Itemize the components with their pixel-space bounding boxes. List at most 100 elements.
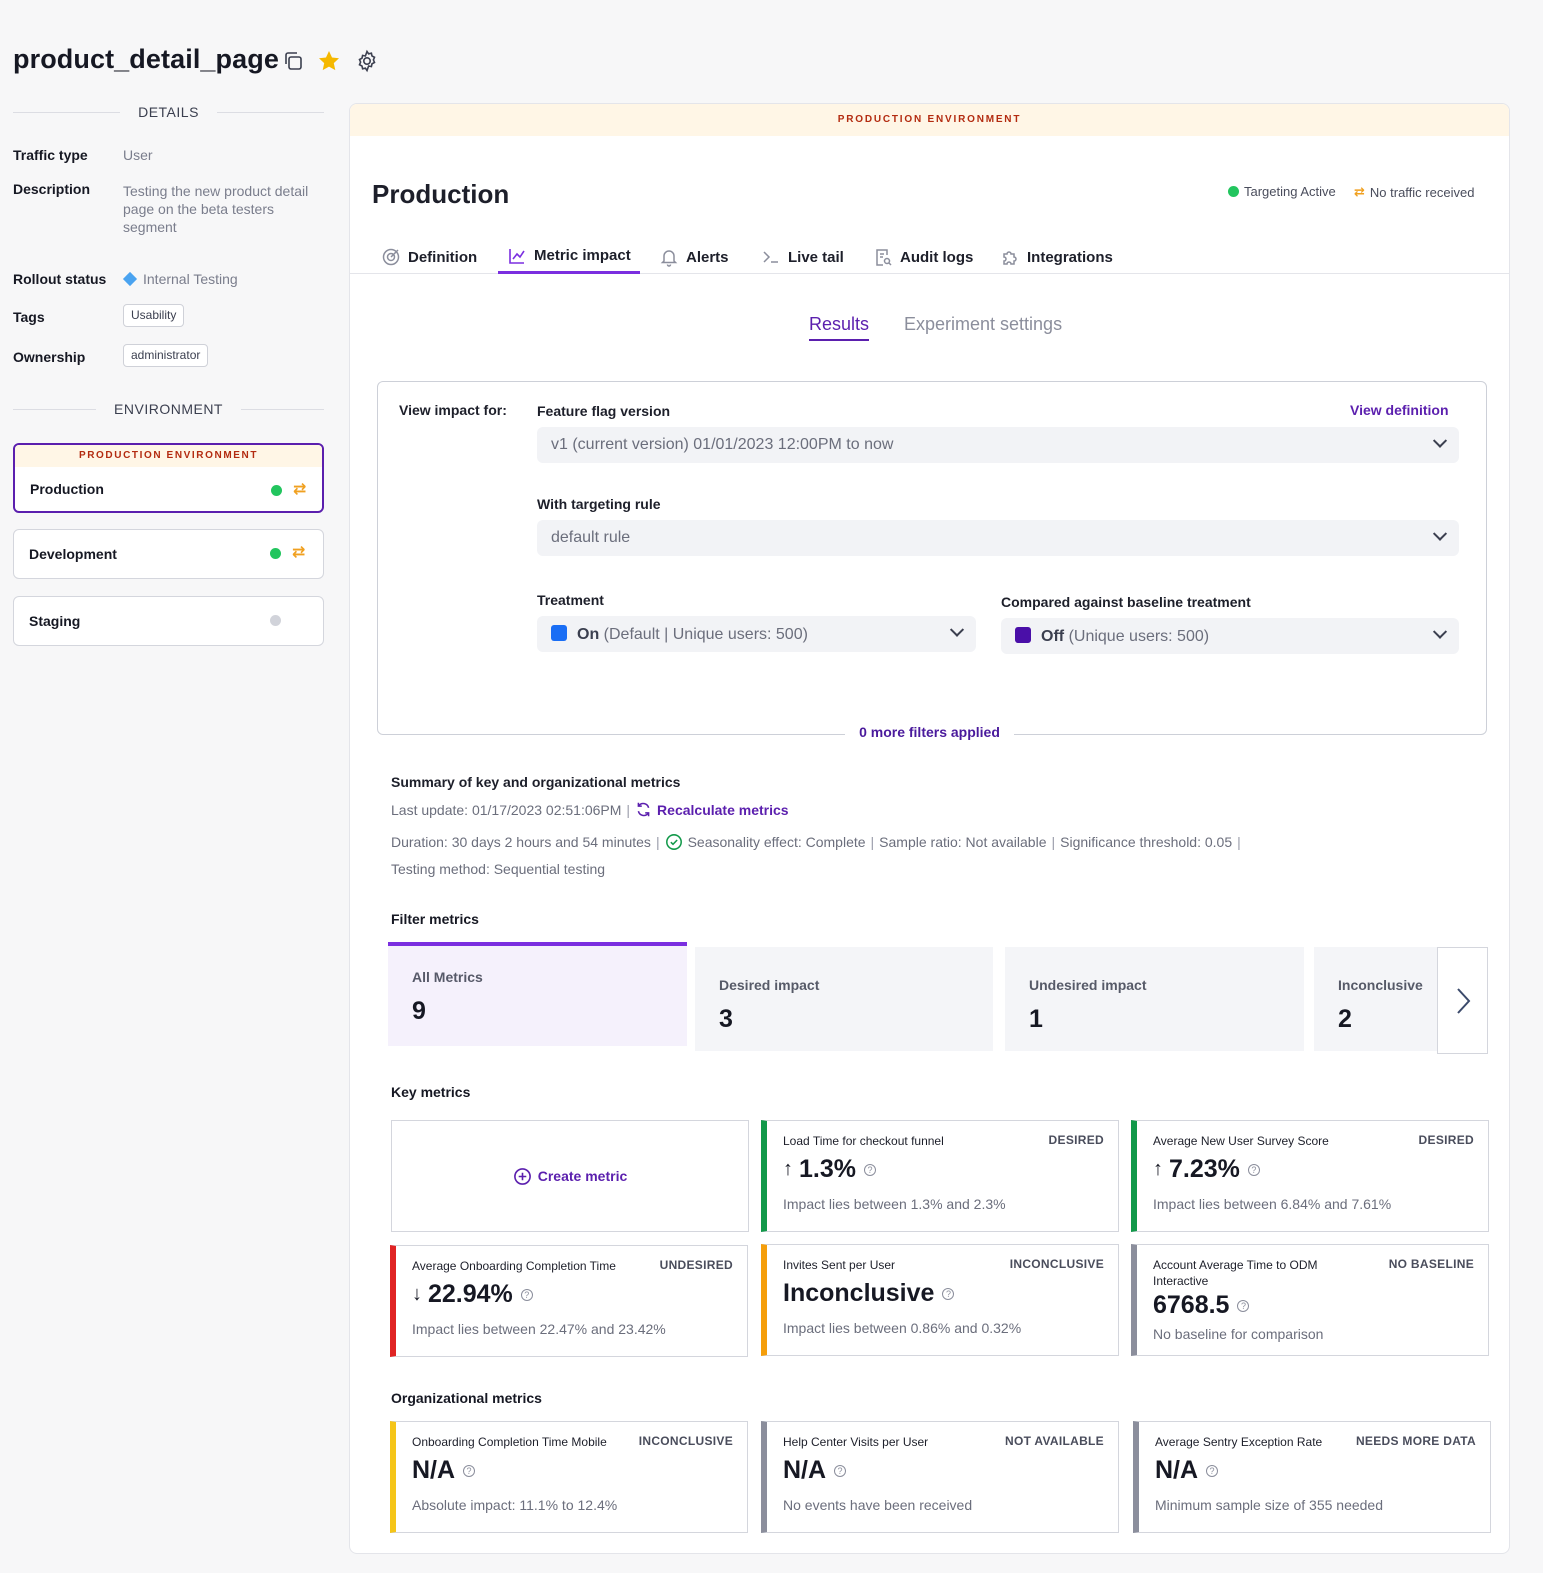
- treatment-select-value: On (Default | Unique users: 500): [551, 624, 808, 644]
- rollout-status-text: Internal Testing: [143, 271, 238, 287]
- last-update: Last update: 01/17/2023 02:51:06PM: [391, 801, 622, 818]
- traffic-swap-icon: ⇄: [292, 544, 306, 561]
- puzzle-icon: [1003, 251, 1017, 265]
- tab-integrations[interactable]: Integrations: [991, 240, 1122, 274]
- baseline-color-swatch: [1015, 626, 1031, 643]
- version-select[interactable]: v1 (current version) 01/01/2023 12:00PM …: [537, 427, 1459, 463]
- help-icon[interactable]: ?: [1247, 1163, 1260, 1176]
- metric-subtext: Impact lies between 22.47% and 23.42%: [412, 1321, 666, 1337]
- owner-badge[interactable]: administrator: [123, 344, 209, 367]
- tab-audit-logs[interactable]: Audit logs: [864, 240, 982, 274]
- targeting-rule-select[interactable]: default rule: [537, 520, 1459, 556]
- metric-card[interactable]: Account Average Time to ODM Interactive …: [1131, 1244, 1489, 1356]
- tag-badge[interactable]: Usability: [123, 304, 185, 327]
- gear-icon[interactable]: [354, 48, 380, 74]
- targeting-rule-value: default rule: [551, 529, 631, 546]
- help-icon[interactable]: ?: [863, 1163, 876, 1176]
- filter-card-all[interactable]: All Metrics 9: [388, 942, 687, 1046]
- baseline-label: Compared against baseline treatment: [1001, 594, 1251, 610]
- arrow-up-icon: ↑: [783, 1158, 793, 1180]
- status-dot: [270, 548, 281, 559]
- help-icon[interactable]: ?: [520, 1288, 533, 1301]
- tab-definition[interactable]: Definition: [372, 240, 486, 274]
- baseline-name: Off: [1041, 627, 1065, 645]
- next-arrow-button[interactable]: [1437, 947, 1488, 1054]
- star-icon[interactable]: [316, 48, 342, 74]
- recalculate-metrics-button[interactable]: Recalculate metrics: [657, 802, 789, 818]
- help-icon[interactable]: ?: [942, 1287, 955, 1300]
- divider: |: [1051, 834, 1056, 850]
- significance-threshold: Significance threshold: 0.05: [1060, 834, 1233, 850]
- tab-alerts[interactable]: Alerts: [650, 240, 738, 274]
- metric-name: Onboarding Completion Time Mobile: [412, 1435, 607, 1449]
- create-metric-button[interactable]: Create metric: [392, 1121, 748, 1231]
- subtab-results[interactable]: Results: [809, 314, 870, 341]
- help-icon[interactable]: ?: [1237, 1299, 1250, 1312]
- metric-card[interactable]: Average Onboarding Completion Time UNDES…: [390, 1245, 748, 1357]
- metric-value-text: 7.23%: [1169, 1155, 1240, 1183]
- treatment-label: Treatment: [537, 592, 604, 608]
- version-label: Feature flag version: [537, 403, 671, 419]
- view-definition-link[interactable]: View definition: [1350, 402, 1449, 418]
- filter-card-undesired[interactable]: Undesired impact 1: [1005, 947, 1304, 1051]
- env-card-production[interactable]: PRODUCTION ENVIRONMENT Production ⇄: [13, 443, 324, 513]
- metric-name: Help Center Visits per User: [783, 1435, 929, 1449]
- impact-filter-box: View impact for: Feature flag version Vi…: [377, 381, 1487, 735]
- metric-name: Average Sentry Exception Rate: [1155, 1435, 1323, 1449]
- status-dot: [271, 485, 282, 496]
- help-icon[interactable]: ?: [1206, 1464, 1219, 1477]
- tab-label: Integrations: [1027, 248, 1113, 266]
- metric-status: DESIRED: [1048, 1133, 1104, 1147]
- targeting-text: Targeting Active: [1244, 184, 1336, 199]
- tab-label: Audit logs: [900, 248, 974, 266]
- terminal-icon: [763, 251, 778, 263]
- env-name: Staging: [29, 613, 81, 629]
- metric-card[interactable]: Invites Sent per User INCONCLUSIVE Incon…: [761, 1244, 1119, 1356]
- metric-card[interactable]: Help Center Visits per User NOT AVAILABL…: [761, 1421, 1119, 1533]
- divider: |: [870, 834, 875, 850]
- metric-card[interactable]: Onboarding Completion Time Mobile INCONC…: [390, 1421, 748, 1533]
- filter-card-desired[interactable]: Desired impact 3: [695, 947, 993, 1051]
- treatment-select[interactable]: On (Default | Unique users: 500): [537, 616, 976, 652]
- metric-status: UNDESIRED: [659, 1258, 733, 1272]
- metric-value: N/A?: [412, 1456, 476, 1485]
- filter-card-label: Undesired impact: [1029, 977, 1147, 993]
- chart-line-icon: [509, 248, 525, 264]
- metric-card[interactable]: Load Time for checkout funnel DESIRED ↑ 1…: [761, 1120, 1119, 1232]
- divider: |: [1237, 834, 1241, 850]
- metric-status: DESIRED: [1418, 1133, 1474, 1147]
- summary-title: Summary of key and organizational metric…: [391, 774, 680, 790]
- metric-subtext: No baseline for comparison: [1153, 1326, 1324, 1342]
- testing-method: Testing method: Sequential testing: [391, 861, 606, 877]
- environment-title: Production: [372, 179, 510, 209]
- more-filters-link[interactable]: 0 more filters applied: [845, 724, 1014, 740]
- tab-label: Live tail: [788, 248, 844, 266]
- copy-icon[interactable]: [280, 48, 306, 74]
- baseline-select[interactable]: Off (Unique users: 500): [1001, 618, 1459, 654]
- sample-ratio: Sample ratio: Not available: [879, 834, 1047, 850]
- view-impact-label: View impact for:: [399, 402, 507, 418]
- env-card-staging[interactable]: Staging: [13, 596, 324, 646]
- env-card-development[interactable]: Development ⇄: [13, 529, 324, 579]
- chevron-down-icon: [949, 622, 965, 637]
- create-metric-card[interactable]: Create metric: [391, 1120, 749, 1232]
- main-panel: PRODUCTION ENVIRONMENT Production Target…: [349, 103, 1510, 1554]
- baseline-select-value: Off (Unique users: 500): [1015, 626, 1209, 646]
- diamond-icon: [122, 271, 138, 287]
- help-icon[interactable]: ?: [463, 1464, 476, 1477]
- key-metrics-title: Key metrics: [391, 1084, 471, 1100]
- tab-metric-impact[interactable]: Metric impact: [498, 240, 640, 274]
- metric-card[interactable]: Average New User Survey Score DESIRED ↑ 7…: [1131, 1120, 1489, 1232]
- filter-card-inconclusive[interactable]: Inconclusive 2: [1314, 947, 1437, 1051]
- rollout-status-value: Internal Testing: [122, 270, 238, 288]
- traffic-swap-icon: ⇄: [1354, 184, 1365, 199]
- subtab-experiment-settings[interactable]: Experiment settings: [904, 314, 1062, 335]
- bell-icon: [660, 250, 678, 267]
- tab-live-tail[interactable]: Live tail: [752, 240, 853, 274]
- refresh-icon[interactable]: [635, 801, 652, 818]
- metric-subtext: Absolute impact: 11.1% to 12.4%: [412, 1497, 618, 1513]
- metric-status: NEEDS MORE DATA: [1355, 1434, 1476, 1448]
- metric-card[interactable]: Average Sentry Exception Rate NEEDS MORE…: [1133, 1421, 1491, 1533]
- help-icon[interactable]: ?: [834, 1464, 847, 1477]
- metric-value-text: N/A: [412, 1456, 456, 1484]
